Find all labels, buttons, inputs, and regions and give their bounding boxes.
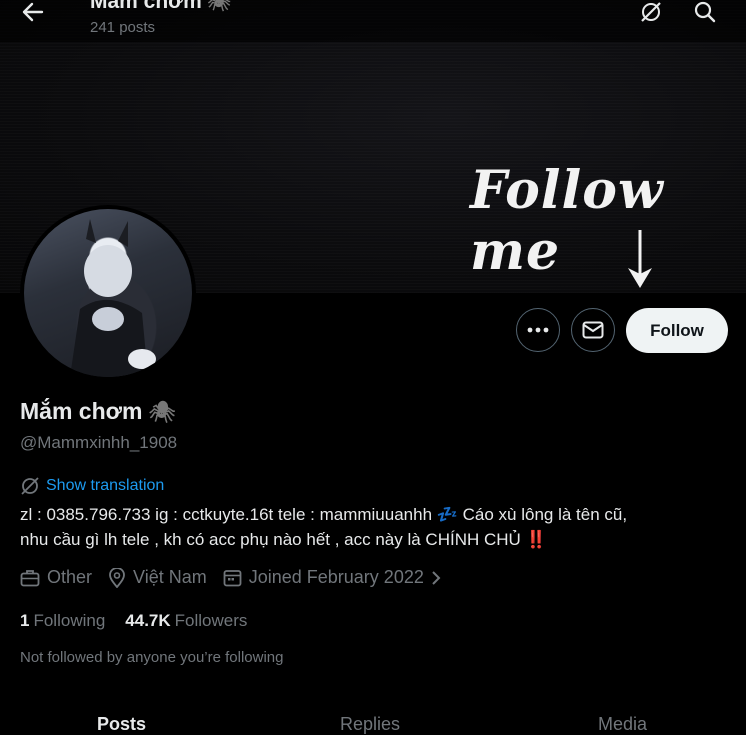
avatar-illustration: [70, 219, 156, 377]
chevron-right-icon: [432, 570, 441, 585]
envelope-icon: [582, 321, 604, 339]
profile-bio: zl : 0385.796.733 ig : cctkuyte.16t tele…: [20, 502, 730, 552]
banner-text: Follow me: [470, 160, 664, 282]
search-icon: [694, 1, 716, 23]
profile-meta: Other Việt Nam Joined February 2022: [20, 567, 457, 588]
grok-icon: [641, 2, 661, 22]
category-label: Other: [47, 567, 93, 587]
user-handle: @Mammxinhh_1908: [20, 433, 178, 452]
following-label: Following: [33, 611, 106, 630]
spider-emoji: 🕷: [207, 0, 231, 12]
back-button[interactable]: [14, 0, 52, 24]
profile-header-bar: Mắm chơm 🕷 241 posts: [0, 0, 746, 42]
search-button[interactable]: [691, 0, 719, 24]
followers-label: Followers: [174, 611, 248, 630]
more-dots-icon: [527, 327, 549, 333]
location-item: Việt Nam: [108, 567, 207, 588]
more-button[interactable]: [516, 308, 560, 352]
calendar-icon: [223, 570, 242, 587]
briefcase-icon: [20, 569, 40, 586]
followers-count: 44.7K: [125, 611, 171, 630]
posts-count: 241 posts: [90, 19, 156, 36]
grok-button[interactable]: [637, 0, 665, 24]
following-count: 1: [20, 611, 30, 630]
not-followed-note: Not followed by anyone you’re following: [20, 649, 284, 666]
avatar-image: [24, 209, 192, 377]
header-title: Mắm chơm 🕷: [90, 0, 231, 14]
bio-line: nhu cầu gì lh tele , kh có acc phụ nào h…: [20, 530, 547, 549]
show-translation-label: Show translation: [46, 477, 165, 494]
arrow-left-icon: [22, 2, 44, 22]
spider-emoji: 🕷: [148, 401, 176, 424]
translate-icon: [21, 477, 39, 495]
bio-line: zl : 0385.796.733 ig : cctkuyte.16t tele…: [20, 505, 628, 524]
location-pin-icon: [109, 567, 125, 588]
avatar[interactable]: [20, 205, 196, 381]
following-link[interactable]: 1 Following: [20, 611, 105, 631]
follow-button[interactable]: Follow: [626, 308, 728, 353]
followers-link[interactable]: 44.7K Followers: [125, 611, 247, 631]
category-item: Other: [20, 567, 92, 588]
down-arrow-graphic: [628, 230, 652, 288]
show-translation-link[interactable]: Show translation: [20, 476, 164, 496]
follow-stats: 1 Following 44.7K Followers: [20, 611, 247, 631]
joined-item[interactable]: Joined February 2022: [223, 567, 441, 588]
joined-label: Joined February 2022: [248, 567, 424, 587]
location-label: Việt Nam: [133, 567, 207, 587]
message-button[interactable]: [571, 308, 615, 352]
display-name: Mắm chơm 🕷: [20, 398, 176, 424]
